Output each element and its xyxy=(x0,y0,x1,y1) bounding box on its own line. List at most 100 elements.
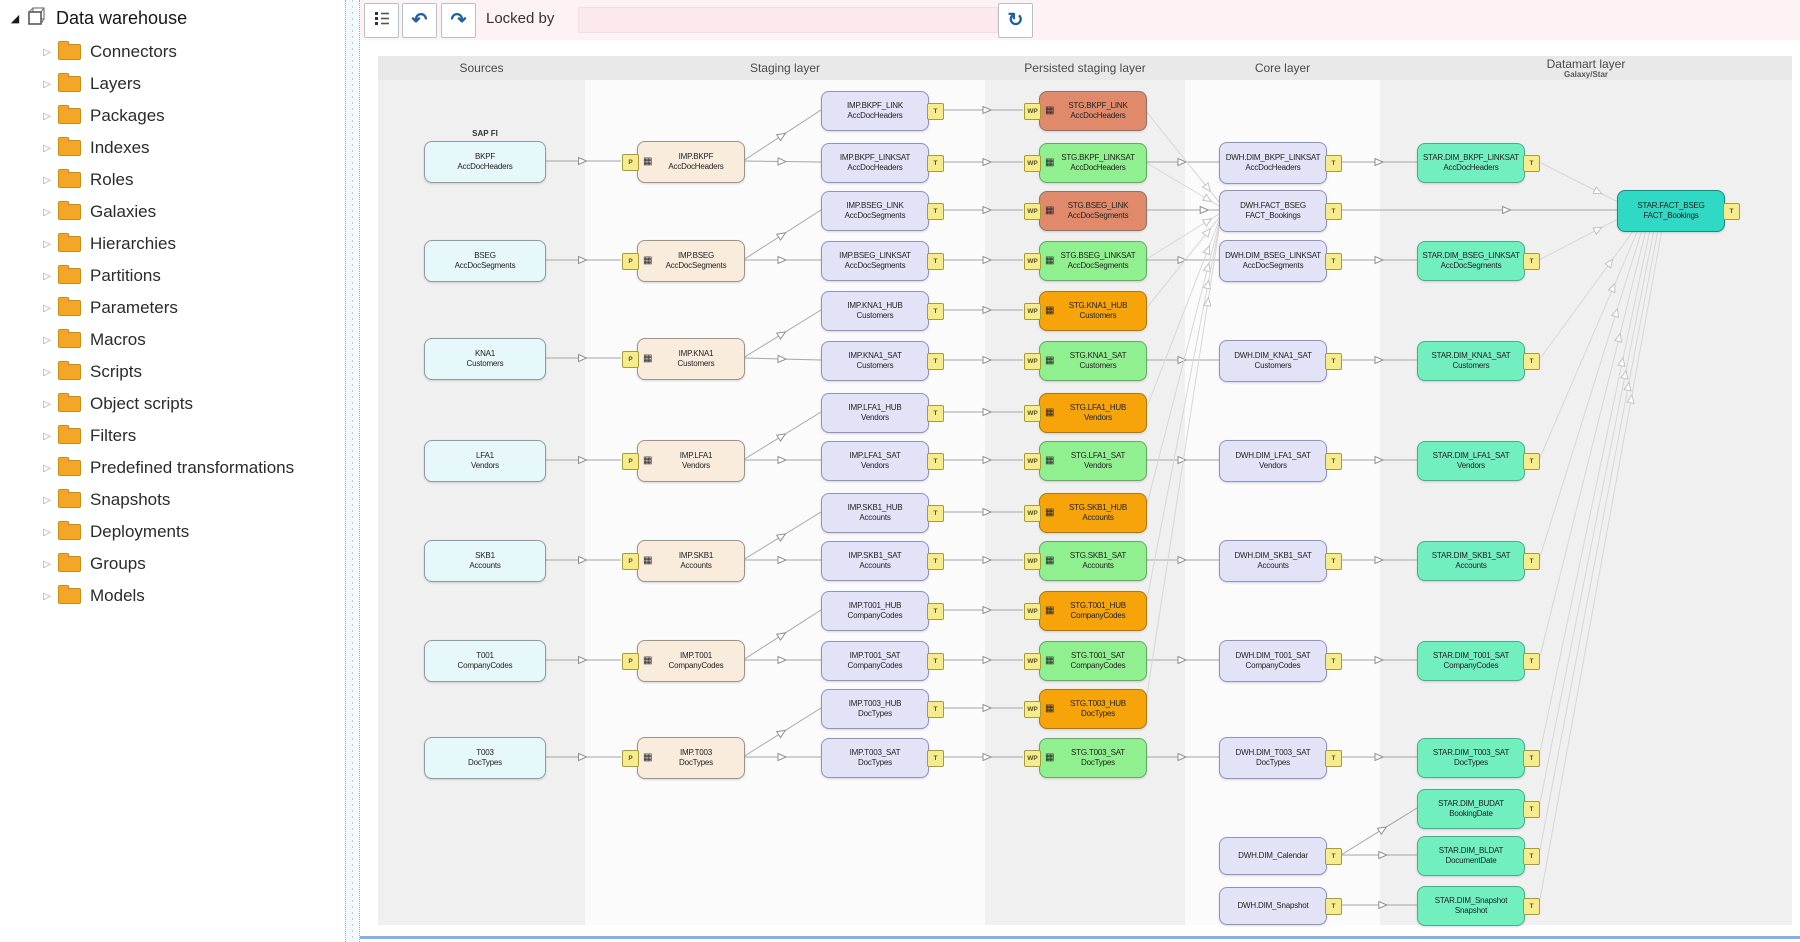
node-dwh-fact[interactable]: T DWH.FACT_BSEG FACT_Bookings xyxy=(1219,190,1342,232)
node-imp-skb1[interactable]: P ▦ IMP.SKB1 Accounts xyxy=(622,540,745,582)
node-impo-skb1-hub[interactable]: T IMP.SKB1_HUB Accounts xyxy=(821,493,944,533)
node-stg-bseg-linksat[interactable]: WP ▦ STG.BSEG_LINKSAT AccDocSegments xyxy=(1024,241,1147,281)
tree-item-predefined-transformations[interactable]: ▷ Predefined transformations xyxy=(0,452,345,484)
transform-tag[interactable]: T xyxy=(1523,848,1540,865)
node-impo-bseg-link[interactable]: T IMP.BSEG_LINK AccDocSegments xyxy=(821,191,944,231)
transform-tag[interactable]: T xyxy=(1325,898,1342,915)
transform-tag[interactable]: T xyxy=(927,453,944,470)
tree-collapsed-icon[interactable]: ▷ xyxy=(38,239,56,250)
node-src-skb1[interactable]: SKB1 Accounts xyxy=(424,540,546,582)
tree-item-models[interactable]: ▷ Models xyxy=(0,580,345,612)
node-stg-t001-hub[interactable]: WP ▦ STG.T001_HUB CompanyCodes xyxy=(1024,591,1147,631)
transform-tag[interactable]: T xyxy=(1325,453,1342,470)
node-stg-kna1-hub[interactable]: WP ▦ STG.KNA1_HUB Customers xyxy=(1024,291,1147,331)
node-star-skb1[interactable]: T STAR.DIM_SKB1_SAT Accounts xyxy=(1417,541,1540,581)
transform-tag[interactable]: T xyxy=(927,303,944,320)
tree-collapsed-icon[interactable]: ▷ xyxy=(38,111,56,122)
tree-item-partitions[interactable]: ▷ Partitions xyxy=(0,260,345,292)
transform-tag[interactable]: T xyxy=(1523,750,1540,767)
node-star-bkpf[interactable]: T STAR.DIM_BKPF_LINKSAT AccDocHeaders xyxy=(1417,143,1540,183)
load-tag[interactable]: P xyxy=(622,653,639,670)
tree-collapsed-icon[interactable]: ▷ xyxy=(38,175,56,186)
transform-tag[interactable]: T xyxy=(927,553,944,570)
node-impo-t001-hub[interactable]: T IMP.T001_HUB CompanyCodes xyxy=(821,591,944,631)
tree-collapsed-icon[interactable]: ▷ xyxy=(38,207,56,218)
node-dwh-t001[interactable]: T DWH.DIM_T001_SAT CompanyCodes xyxy=(1219,640,1342,682)
node-star-lfa1[interactable]: T STAR.DIM_LFA1_SAT Vendors xyxy=(1417,441,1540,481)
transform-tag[interactable]: T xyxy=(927,505,944,522)
load-tag[interactable]: WP xyxy=(1024,253,1041,270)
transform-tag[interactable]: T xyxy=(1523,453,1540,470)
node-stg-kna1-sat[interactable]: WP ▦ STG.KNA1_SAT Customers xyxy=(1024,341,1147,381)
tree-collapsed-icon[interactable]: ▷ xyxy=(38,527,56,538)
node-src-lfa1[interactable]: LFA1 Vendors xyxy=(424,440,546,482)
load-tag[interactable]: P xyxy=(622,453,639,470)
tree-item-connectors[interactable]: ▷ Connectors xyxy=(0,36,345,68)
node-impo-bkpf-link[interactable]: T IMP.BKPF_LINK AccDocHeaders xyxy=(821,91,944,131)
load-tag[interactable]: WP xyxy=(1024,203,1041,220)
tree-collapsed-icon[interactable]: ▷ xyxy=(38,559,56,570)
tree-collapsed-icon[interactable]: ▷ xyxy=(38,303,56,314)
transform-tag[interactable]: T xyxy=(927,203,944,220)
transform-tag[interactable]: T xyxy=(1523,253,1540,270)
node-impo-lfa1-hub[interactable]: T IMP.LFA1_HUB Vendors xyxy=(821,393,944,433)
node-dwh-kna1[interactable]: T DWH.DIM_KNA1_SAT Customers xyxy=(1219,340,1342,382)
load-tag[interactable]: WP xyxy=(1024,603,1041,620)
load-tag[interactable]: WP xyxy=(1024,750,1041,767)
node-imp-lfa1[interactable]: P ▦ IMP.LFA1 Vendors xyxy=(622,440,745,482)
node-impo-kna1-hub[interactable]: T IMP.KNA1_HUB Customers xyxy=(821,291,944,331)
node-dwh-bseg[interactable]: T DWH.DIM_BSEG_LINKSAT AccDocSegments xyxy=(1219,240,1342,282)
tree-collapsed-icon[interactable]: ▷ xyxy=(38,367,56,378)
transform-tag[interactable]: T xyxy=(1523,653,1540,670)
load-tag[interactable]: WP xyxy=(1024,653,1041,670)
transform-tag[interactable]: T xyxy=(1523,898,1540,915)
load-tag[interactable]: WP xyxy=(1024,303,1041,320)
node-src-bkpf[interactable]: SAP FI BKPF AccDocHeaders xyxy=(424,129,546,183)
tree-item-macros[interactable]: ▷ Macros xyxy=(0,324,345,356)
transform-tag[interactable]: T xyxy=(1325,848,1342,865)
transform-tag[interactable]: T xyxy=(927,353,944,370)
node-imp-kna1[interactable]: P ▦ IMP.KNA1 Customers xyxy=(622,338,745,380)
transform-tag[interactable]: T xyxy=(927,750,944,767)
load-tag[interactable]: WP xyxy=(1024,701,1041,718)
tree-item-filters[interactable]: ▷ Filters xyxy=(0,420,345,452)
load-tag[interactable]: WP xyxy=(1024,103,1041,120)
tree-collapsed-icon[interactable]: ▷ xyxy=(38,399,56,410)
node-imp-bseg[interactable]: P ▦ IMP.BSEG AccDocSegments xyxy=(622,240,745,282)
tree-expanded-icon[interactable]: ◢ xyxy=(6,12,24,25)
transform-tag[interactable]: T xyxy=(927,253,944,270)
node-impo-t003-sat[interactable]: T IMP.T003_SAT DocTypes xyxy=(821,738,944,778)
transform-tag[interactable]: T xyxy=(1523,801,1540,818)
transform-tag[interactable]: T xyxy=(1523,353,1540,370)
node-src-bseg[interactable]: BSEG AccDocSegments xyxy=(424,240,546,282)
tree-collapsed-icon[interactable]: ▷ xyxy=(38,143,56,154)
node-star-t003[interactable]: T STAR.DIM_T003_SAT DocTypes xyxy=(1417,738,1540,778)
node-imp-t001[interactable]: P ▦ IMP.T001 CompanyCodes xyxy=(622,640,745,682)
load-tag[interactable]: WP xyxy=(1024,405,1041,422)
tree-item-indexes[interactable]: ▷ Indexes xyxy=(0,132,345,164)
node-stg-t003-sat[interactable]: WP ▦ STG.T003_SAT DocTypes xyxy=(1024,738,1147,778)
tree-collapsed-icon[interactable]: ▷ xyxy=(38,463,56,474)
node-stg-lfa1-hub[interactable]: WP ▦ STG.LFA1_HUB Vendors xyxy=(1024,393,1147,433)
node-stg-skb1-sat[interactable]: WP ▦ STG.SKB1_SAT Accounts xyxy=(1024,541,1147,581)
node-dwh-snap[interactable]: T DWH.DIM_Snapshot xyxy=(1219,887,1342,925)
tree-item-snapshots[interactable]: ▷ Snapshots xyxy=(0,484,345,516)
tree-collapsed-icon[interactable]: ▷ xyxy=(38,79,56,90)
sidebar-splitter[interactable] xyxy=(345,0,360,942)
transform-tag[interactable]: T xyxy=(1325,253,1342,270)
node-star-budat[interactable]: T STAR.DIM_BUDAT BookingDate xyxy=(1417,789,1540,829)
load-tag[interactable]: P xyxy=(622,553,639,570)
tree-item-object-scripts[interactable]: ▷ Object scripts xyxy=(0,388,345,420)
load-tag[interactable]: WP xyxy=(1024,505,1041,522)
transform-tag[interactable]: T xyxy=(927,653,944,670)
tree-item-galaxies[interactable]: ▷ Galaxies xyxy=(0,196,345,228)
node-dwh-lfa1[interactable]: T DWH.DIM_LFA1_SAT Vendors xyxy=(1219,440,1342,482)
refresh-button[interactable]: ↻ xyxy=(998,3,1033,38)
transform-tag[interactable]: T xyxy=(1523,553,1540,570)
node-dwh-t003[interactable]: T DWH.DIM_T003_SAT DocTypes xyxy=(1219,737,1342,779)
node-impo-t001-sat[interactable]: T IMP.T001_SAT CompanyCodes xyxy=(821,641,944,681)
node-dwh-cal[interactable]: T DWH.DIM_Calendar xyxy=(1219,837,1342,875)
undo-button[interactable]: ↶ xyxy=(402,3,437,38)
node-impo-lfa1-sat[interactable]: T IMP.LFA1_SAT Vendors xyxy=(821,441,944,481)
transform-tag[interactable]: T xyxy=(1523,155,1540,172)
